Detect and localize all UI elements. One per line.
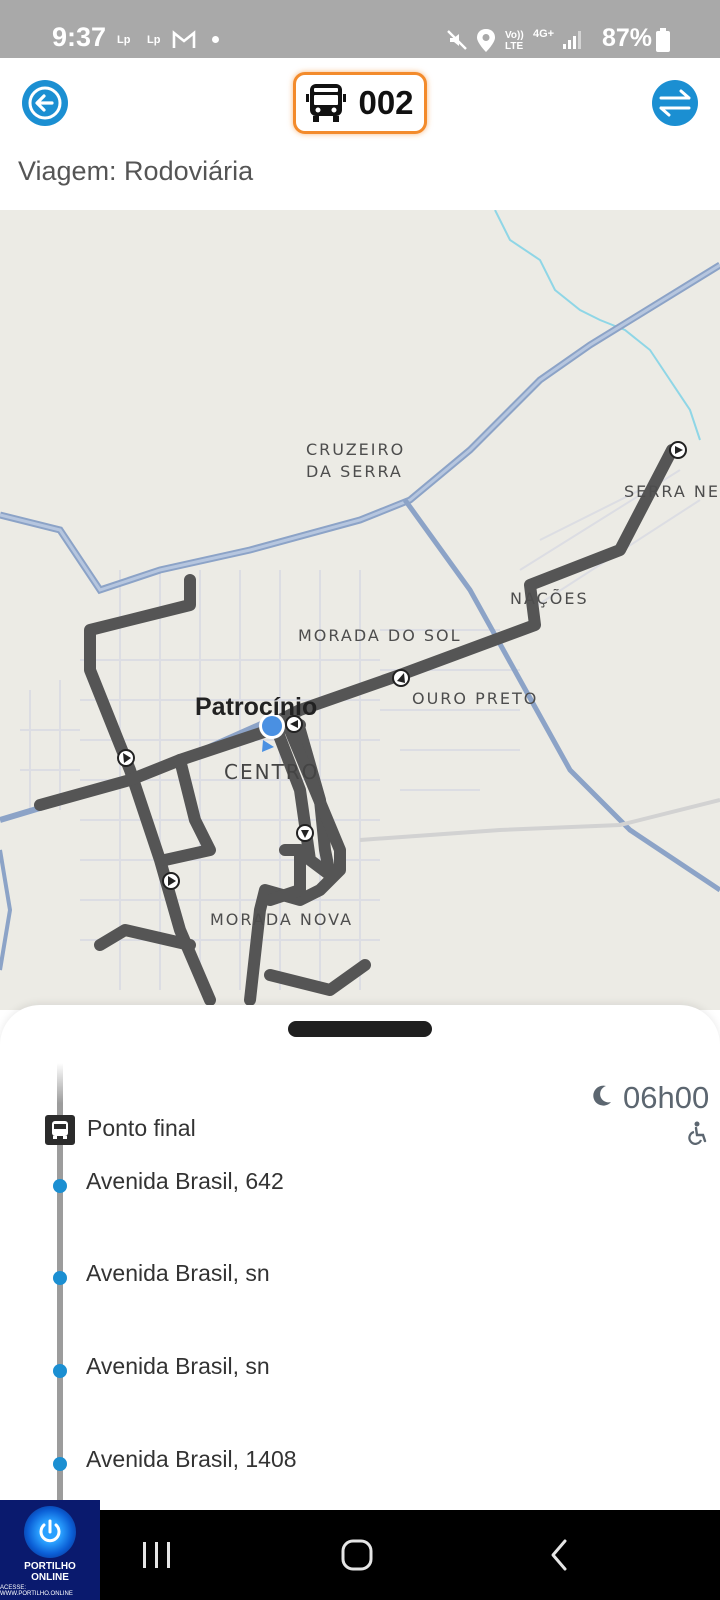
road-east [359,798,720,842]
stop-dot-icon [53,1179,67,1193]
direction-marker-icon [162,872,180,890]
watermark-logo: PORTILHO ONLINE ACESSE: WWW.PORTILHO.ONL… [0,1500,100,1600]
bus-stop-icon [45,1115,75,1145]
direction-marker-icon [117,749,135,767]
direction-marker-icon [296,824,314,842]
mute-icon [447,30,467,50]
trip-title: Viagem: Rodoviária [18,156,254,186]
highway-edge [0,849,13,971]
battery-icon [656,28,670,52]
stop-dot-icon [53,1364,67,1378]
notification-dot-icon [212,36,219,43]
stop-label: Avenida Brasil, 642 [86,1168,284,1194]
bus-icon [306,84,347,122]
stop-dot-icon [53,1457,67,1471]
status-time: 9:37 [52,22,107,52]
street-grid [20,469,701,990]
swap-direction-button[interactable] [652,80,698,126]
battery-percent: 87% [602,24,653,52]
power-icon [39,1519,61,1543]
line-number: 002 [358,84,414,121]
volte-indicator: Vo)) LTE [505,30,524,52]
route-line [34,444,678,1006]
location-icon [477,29,495,52]
stop-label: Avenida Brasil, sn [86,1353,270,1379]
direction-marker-icon [392,669,410,687]
stop-dot-icon [53,1271,67,1285]
swap-arrows-icon [659,89,691,117]
line-badge: 002 [293,72,427,134]
stop-label: Ponto final [87,1115,196,1141]
sheet-drag-handle[interactable] [288,1021,432,1037]
recent-apps-button[interactable] [140,1540,174,1570]
system-navigation-bar [0,1510,720,1600]
watermark-name-2: ONLINE [31,1572,69,1583]
notification-lp-2: Lp [147,34,161,46]
wheelchair-icon [688,1121,707,1145]
map-label-nacoes: NAÇÕES [510,589,589,608]
route-map[interactable]: CRUZEIRO DA SERRA SERRA NE NAÇÕES MORADA… [0,210,720,1010]
map-label-ouro-preto: OURO PRETO [412,689,539,708]
river [494,210,701,441]
home-button[interactable] [340,1538,374,1572]
power-logo-icon [24,1506,76,1558]
watermark-name-1: PORTILHO [24,1561,76,1572]
stop-item[interactable]: Avenida Brasil, 1408 [0,1431,720,1491]
stop-item[interactable]: Avenida Brasil, sn [0,1245,720,1305]
map-label-city: Patrocínio [195,693,318,721]
header: 002 Viagem: Rodoviária [0,58,720,208]
gmail-icon [172,30,196,48]
stop-label: Avenida Brasil, sn [86,1260,270,1286]
notification-lp-1: Lp [117,34,131,46]
map-label-cruzeiro-line2: DA SERRA [306,462,403,481]
status-bar: 9:37 Lp Lp Vo)) LTE 4G+ 87% [0,0,720,58]
moon-icon [593,1085,611,1106]
stop-item[interactable]: Avenida Brasil, 642 [0,1153,720,1213]
highway-north-inner [0,263,720,592]
map-label-morada-do-sol: MORADA DO SOL [298,626,462,645]
stop-label: Avenida Brasil, 1408 [86,1446,297,1472]
watermark-url: ACESSE: WWW.PORTILHO.ONLINE [0,1585,73,1597]
map-canvas [0,210,720,1006]
back-nav-button[interactable] [548,1538,570,1572]
map-label-morada-nova: MORADA NOVA [210,910,354,929]
stops-bottom-sheet[interactable]: Ponto final 06h00 Avenida Brasil, 642 Av… [0,1005,720,1510]
signal-icon [563,31,581,49]
departure-time: 06h00 [623,1080,710,1115]
stop-item[interactable]: Avenida Brasil, sn [0,1338,720,1398]
direction-marker-icon [669,441,687,459]
highway-north [0,262,720,595]
map-label-cruzeiro-line1: CRUZEIRO [306,440,406,459]
back-button[interactable] [22,80,68,126]
bus-glyph-icon [52,1121,68,1139]
map-label-serra-negra: SERRA NE [624,482,720,501]
arrow-left-icon [28,86,62,120]
map-label-centro: CENTRO [224,760,320,784]
network-4g-indicator: 4G+ [533,28,555,40]
